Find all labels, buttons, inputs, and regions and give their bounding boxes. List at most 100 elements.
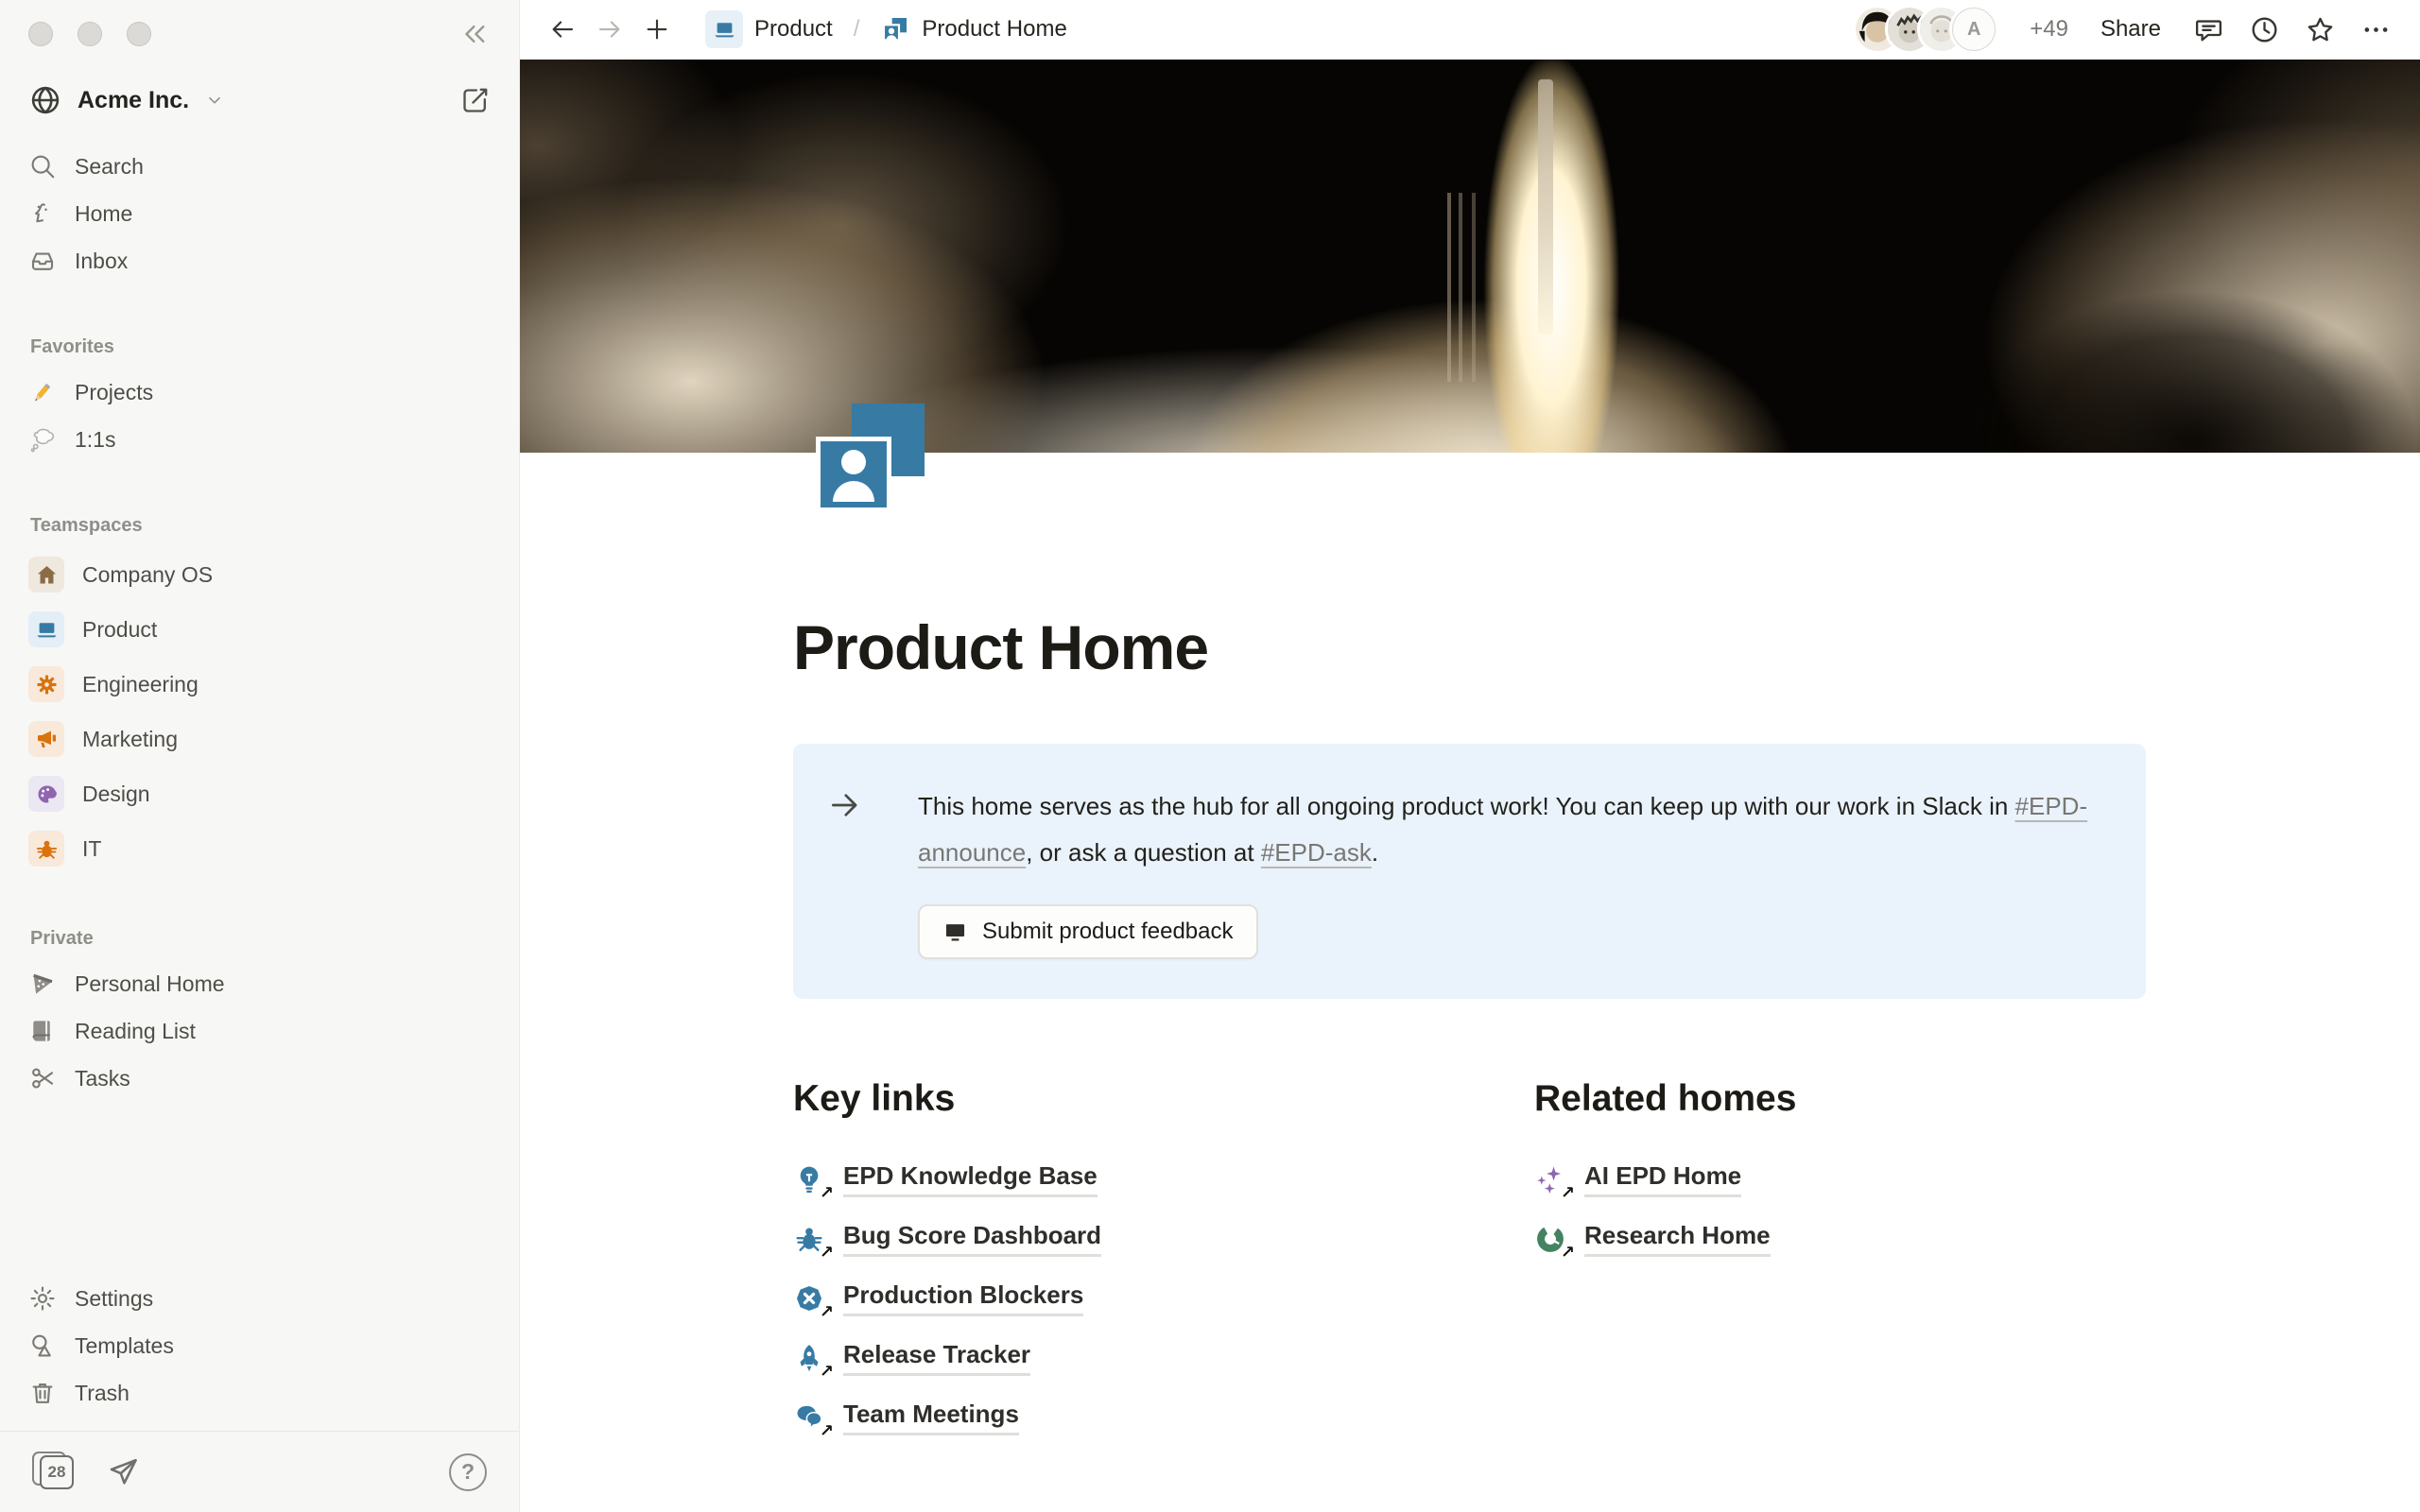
link-row-ai-epd-home: AI EPD Home	[1534, 1158, 2146, 1201]
page-link[interactable]: Release Tracker	[843, 1340, 1030, 1376]
new-page-button[interactable]	[459, 85, 491, 116]
window-close-button[interactable]	[28, 22, 53, 46]
section-label-teamspaces: Teamspaces	[30, 515, 489, 537]
page-link[interactable]: Production Blockers	[843, 1280, 1083, 1316]
callout-text-segment: , or ask a question at	[1026, 838, 1261, 867]
sidebar-item-label: Templates	[75, 1333, 174, 1359]
paper-plane-icon	[106, 1455, 140, 1489]
sidebar-item-it[interactable]: IT	[15, 822, 504, 875]
section-label-private: Private	[30, 928, 489, 950]
avatar-overflow-initial[interactable]: A	[1952, 8, 1996, 51]
palette-icon	[28, 776, 64, 812]
link-row-research-home: Research Home	[1534, 1217, 2146, 1261]
breadcrumb: Product / Product Home	[698, 6, 1075, 53]
page-link[interactable]: AI EPD Home	[1584, 1161, 1741, 1197]
chevron-down-icon	[204, 90, 225, 111]
sidebar-item-search[interactable]: Search	[15, 144, 504, 189]
page-icon-contact-card[interactable]	[816, 404, 925, 512]
calendar-button[interactable]: 28	[32, 1453, 74, 1491]
share-button[interactable]: Share	[2093, 10, 2169, 48]
breadcrumb-item-product[interactable]: Product	[698, 6, 840, 53]
sidebar-item-label: Product	[82, 617, 157, 643]
breadcrumb-item-product-home[interactable]: Product Home	[873, 9, 1074, 49]
workspace-name: Acme Inc.	[78, 87, 189, 114]
new-tab-button[interactable]	[643, 15, 671, 43]
favorites-group: Projects 1:1s	[0, 368, 519, 464]
page-content: Product Home This home serves as the hub…	[520, 453, 2420, 1512]
sidebar-item-settings[interactable]: Settings	[15, 1276, 504, 1321]
sidebar-footer-group: Settings Templates Trash	[0, 1274, 519, 1418]
page-link[interactable]: Research Home	[1584, 1221, 1771, 1257]
sidebar-item-engineering[interactable]: Engineering	[15, 658, 504, 711]
sidebar-item-home[interactable]: Home	[15, 191, 504, 236]
arrow-right-icon	[827, 787, 863, 959]
sidebar-item-label: Personal Home	[75, 971, 225, 997]
slack-link-epd-ask[interactable]: #EPD-ask	[1261, 838, 1372, 867]
page-link[interactable]: Bug Score Dashboard	[843, 1221, 1101, 1257]
page-link[interactable]: Team Meetings	[843, 1400, 1019, 1435]
members-overflow-count[interactable]: +49	[2030, 16, 2068, 43]
contact-card-icon	[880, 14, 910, 44]
page-link[interactable]: EPD Knowledge Base	[843, 1161, 1098, 1197]
templates-icon	[28, 1332, 57, 1360]
sidebar-item-design[interactable]: Design	[15, 767, 504, 820]
related-homes-column: Related homes AI EPD Home Research Home	[1534, 1078, 2146, 1455]
help-button[interactable]	[449, 1453, 487, 1491]
window-minimize-button[interactable]	[78, 22, 102, 46]
favorite-button[interactable]	[2305, 14, 2336, 45]
sidebar-item-trash[interactable]: Trash	[15, 1370, 504, 1416]
page-title[interactable]: Product Home	[793, 611, 2420, 683]
sidebar-item-marketing[interactable]: Marketing	[15, 713, 504, 765]
sidebar-item-projects[interactable]: Projects	[15, 369, 504, 415]
sidebar-item-label: Reading List	[75, 1019, 196, 1044]
forward-button[interactable]	[596, 15, 624, 43]
back-button[interactable]	[548, 15, 577, 43]
book-icon	[28, 1017, 57, 1045]
sidebar-collapse-button[interactable]	[458, 18, 491, 50]
clock-icon	[2249, 14, 2280, 45]
link-row-epd-knowledge-base: EPD Knowledge Base	[793, 1158, 1534, 1201]
teamspaces-group: Company OS Product Engineering Marketing…	[0, 546, 519, 877]
pencil-icon	[28, 378, 57, 406]
globe-icon	[28, 83, 62, 117]
chat-bubbles-icon	[793, 1401, 825, 1434]
home-icon	[28, 199, 57, 228]
workspace-switcher[interactable]: Acme Inc.	[15, 76, 504, 125]
callout-text: This home serves as the hub for all ongo…	[918, 783, 2090, 876]
cover-image[interactable]	[520, 60, 2420, 453]
comments-button[interactable]	[2193, 14, 2224, 45]
link-row-production-blockers: Production Blockers	[793, 1277, 1534, 1320]
submit-product-feedback-button[interactable]: Submit product feedback	[918, 904, 1258, 959]
sidebar-item-product[interactable]: Product	[15, 603, 504, 656]
sidebar-item-inbox[interactable]: Inbox	[15, 238, 504, 284]
contact-card-person-icon	[816, 437, 891, 512]
sidebar-item-1-1s[interactable]: 1:1s	[15, 417, 504, 462]
thought-balloon-icon	[28, 425, 57, 454]
megaphone-icon	[28, 721, 64, 757]
sidebar-item-templates[interactable]: Templates	[15, 1323, 504, 1368]
more-options-button[interactable]	[2360, 14, 2392, 45]
pizza-icon	[28, 970, 57, 998]
sidebar-item-tasks[interactable]: Tasks	[15, 1056, 504, 1101]
sidebar-item-company-os[interactable]: Company OS	[15, 548, 504, 601]
bug-icon	[28, 831, 64, 867]
key-links-heading: Key links	[793, 1078, 1534, 1120]
page-history-button[interactable]	[2249, 14, 2280, 45]
arrow-left-icon	[548, 15, 577, 43]
ellipsis-icon	[2360, 14, 2392, 45]
donut-chart-icon	[1534, 1223, 1566, 1255]
sidebar-item-label: Design	[82, 782, 150, 807]
sidebar-item-label: Engineering	[82, 672, 199, 697]
bug-icon	[793, 1223, 825, 1255]
sidebar-item-label: Marketing	[82, 727, 178, 752]
sidebar-item-label: Home	[75, 201, 132, 227]
sidebar-item-personal-home[interactable]: Personal Home	[15, 961, 504, 1006]
laptop-icon	[28, 611, 64, 647]
sidebar-item-reading-list[interactable]: Reading List	[15, 1008, 504, 1054]
space-shuttle-silhouette	[1538, 79, 1553, 335]
window-zoom-button[interactable]	[127, 22, 151, 46]
breadcrumb-separator: /	[854, 16, 860, 43]
invite-members-button[interactable]	[106, 1455, 140, 1489]
topbar: Product / Product Home A +49	[520, 0, 2420, 60]
two-column-section: Key links EPD Knowledge Base Bug Score D…	[793, 1078, 2146, 1512]
